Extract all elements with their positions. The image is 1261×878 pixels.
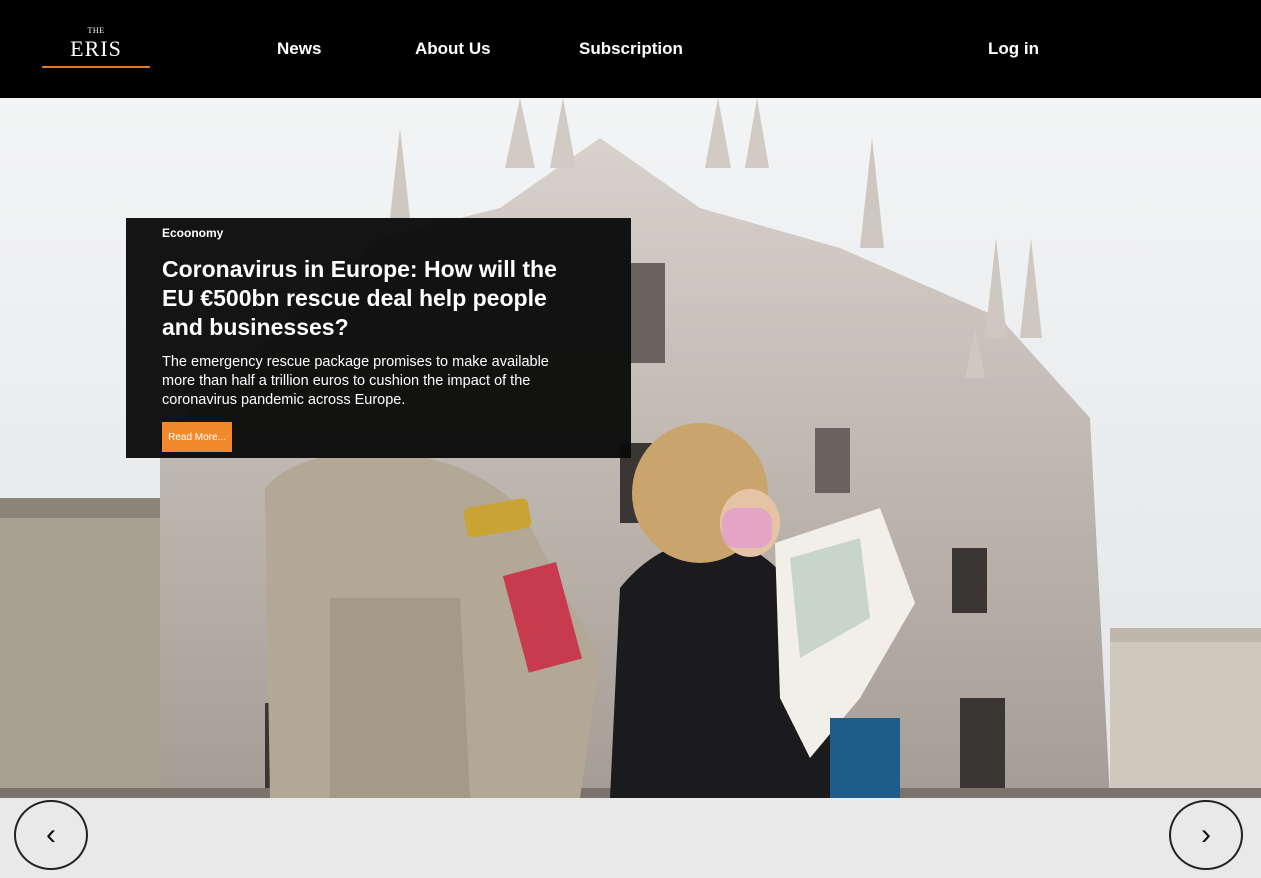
site-logo[interactable]: THE ERIS xyxy=(42,26,150,70)
carousel-next-button[interactable]: › xyxy=(1169,800,1243,870)
chevron-right-icon: › xyxy=(1201,818,1211,851)
top-nav: THE ERIS News About Us Subscription Log … xyxy=(0,0,1261,98)
featured-article-card: Ecoonomy Coronavirus in Europe: How will… xyxy=(126,218,631,458)
article-summary: The emergency rescue package promises to… xyxy=(162,354,549,408)
carousel-controls xyxy=(0,798,1261,878)
nav-about-us[interactable]: About Us xyxy=(415,39,491,59)
article-category[interactable]: Ecoonomy xyxy=(162,226,223,240)
logo-name: ERIS xyxy=(70,36,122,61)
logo-line-bottom xyxy=(42,66,150,68)
carousel-prev-button[interactable]: ‹ xyxy=(14,800,88,870)
chevron-left-icon: ‹ xyxy=(46,818,56,851)
article-title[interactable]: Coronavirus in Europe: How will the EU €… xyxy=(162,255,562,342)
nav-subscription[interactable]: Subscription xyxy=(579,39,683,59)
nav-news[interactable]: News xyxy=(277,39,321,59)
nav-login[interactable]: Log in xyxy=(988,39,1039,59)
read-more-button[interactable]: Read More... xyxy=(162,422,232,452)
hero-slide: Ecoonomy Coronavirus in Europe: How will… xyxy=(0,98,1261,798)
logo-the: THE xyxy=(83,26,109,35)
